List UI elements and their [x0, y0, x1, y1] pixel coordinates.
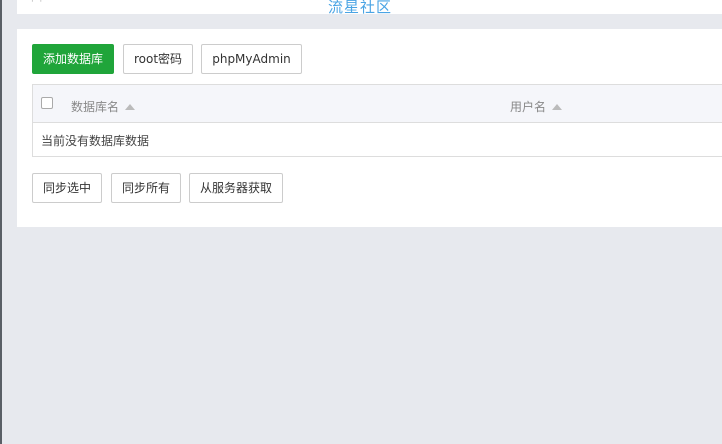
collapse-icon: ⌐⌐ [31, 0, 49, 6]
sort-ascending-icon[interactable] [552, 104, 563, 110]
column-header-label: 用户名 [510, 100, 547, 114]
database-table: 数据库名 用户名 当前没有数据库数据 [32, 84, 722, 157]
add-database-button[interactable]: 添加数据库 [32, 44, 114, 74]
sort-ascending-icon[interactable] [125, 104, 136, 110]
sync-selected-button[interactable]: 同步选中 [32, 173, 102, 203]
empty-table-message: 当前没有数据库数据 [41, 134, 150, 148]
sync-all-button[interactable]: 同步所有 [111, 173, 181, 203]
column-header-label: 数据库名 [71, 100, 120, 114]
column-header-username[interactable]: 用户名 [510, 98, 563, 115]
select-all-checkbox[interactable] [41, 97, 53, 109]
fetch-from-server-button[interactable]: 从服务器获取 [189, 173, 283, 203]
window-left-border [0, 0, 2, 444]
table-header: 数据库名 用户名 [33, 85, 722, 123]
column-header-database-name[interactable]: 数据库名 [71, 98, 136, 115]
root-password-button[interactable]: root密码 [123, 44, 193, 74]
watermark-text: 流星社区 [328, 0, 393, 16]
database-panel: 添加数据库 root密码 phpMyAdmin 数据库名 用户名 当前没有数据库… [17, 29, 722, 227]
phpmyadmin-button[interactable]: phpMyAdmin [201, 44, 302, 74]
